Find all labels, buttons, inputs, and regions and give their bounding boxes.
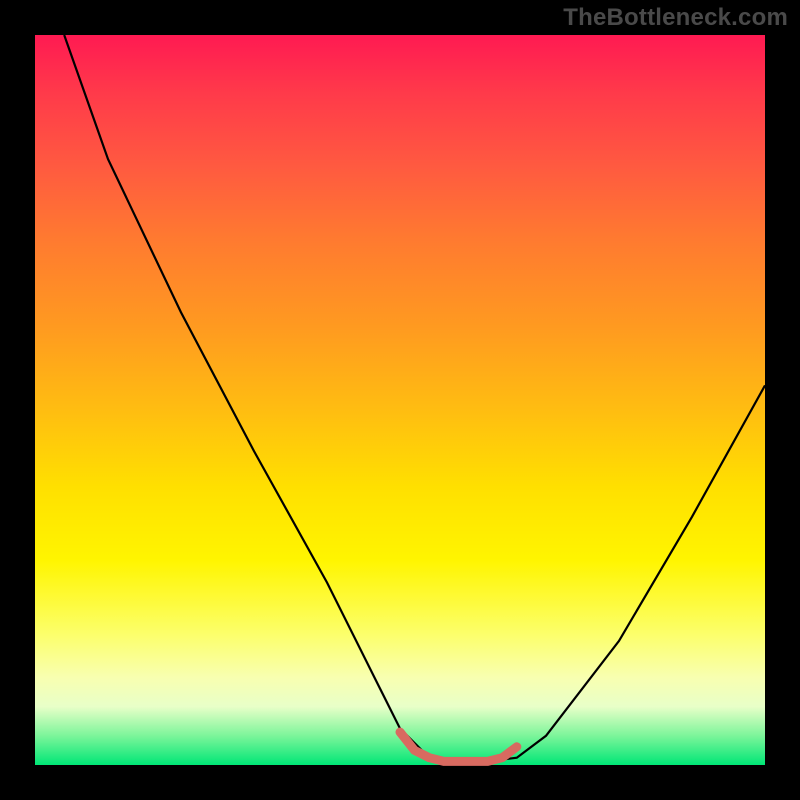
plot-svg (35, 35, 765, 765)
watermark-text: TheBottleneck.com (563, 4, 788, 32)
bottleneck-curve (64, 35, 765, 761)
chart-frame: TheBottleneck.com (0, 0, 800, 800)
plot-area (35, 35, 765, 765)
